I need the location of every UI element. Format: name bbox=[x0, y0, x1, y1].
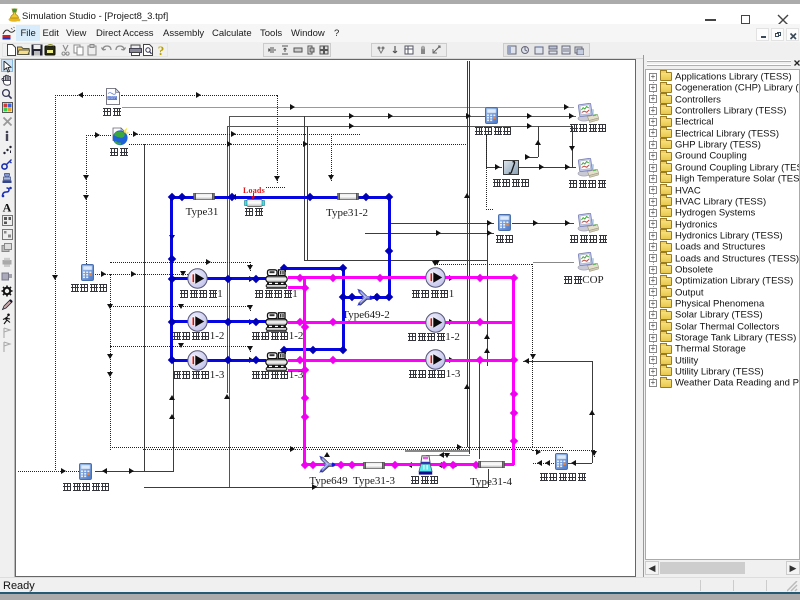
svg-text:USER: USER bbox=[108, 96, 118, 100]
svg-text:A: A bbox=[3, 201, 12, 213]
svg-text:?: ? bbox=[158, 44, 165, 57]
